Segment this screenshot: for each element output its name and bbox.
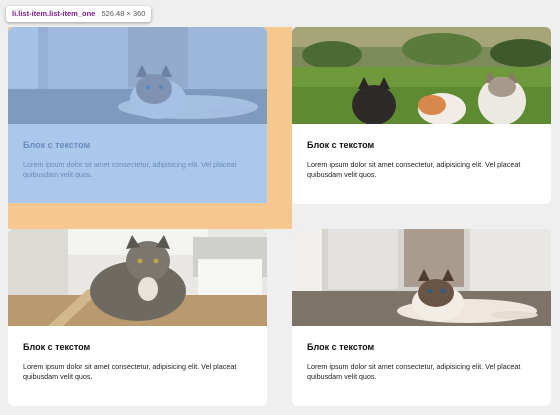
list-item-three[interactable]: Блок с текстом Lorem ipsum dolor sit ame… (8, 229, 267, 406)
card-title: Блок с текстом (307, 342, 375, 352)
card-image-tabby-cat (8, 229, 267, 326)
list-item-two[interactable]: Блок с текстом Lorem ipsum dolor sit ame… (292, 27, 551, 204)
card-text: Lorem ipsum dolor sit amet consectetur, … (23, 160, 237, 179)
card-image-cat-on-floor (8, 27, 267, 124)
devtools-inspector-tooltip: li.list-item.list-item_one 526.48 × 360 (6, 6, 152, 22)
card-list: Блок с текстом Lorem ipsum dolor sit ame… (0, 0, 560, 415)
card-title: Блок с текстом (307, 140, 375, 150)
card-text: Lorem ipsum dolor sit amet consectetur, … (23, 362, 237, 381)
card-title: Блок с текстом (23, 342, 91, 352)
card-image-three-cats (292, 27, 551, 124)
card-image-cat-on-floor (292, 229, 551, 326)
list-item-one[interactable]: Блок с текстом Lorem ipsum dolor sit ame… (8, 27, 267, 203)
card-text: Lorem ipsum dolor sit amet consectetur, … (307, 362, 521, 381)
card-text: Lorem ipsum dolor sit amet consectetur, … (307, 160, 521, 179)
list-item-four[interactable]: Блок с текстом Lorem ipsum dolor sit ame… (292, 229, 551, 406)
card-title: Блок с текстом (23, 140, 91, 150)
tooltip-selector: li.list-item.list-item_one (12, 9, 96, 18)
tooltip-dimensions: 526.48 × 360 (101, 9, 146, 18)
